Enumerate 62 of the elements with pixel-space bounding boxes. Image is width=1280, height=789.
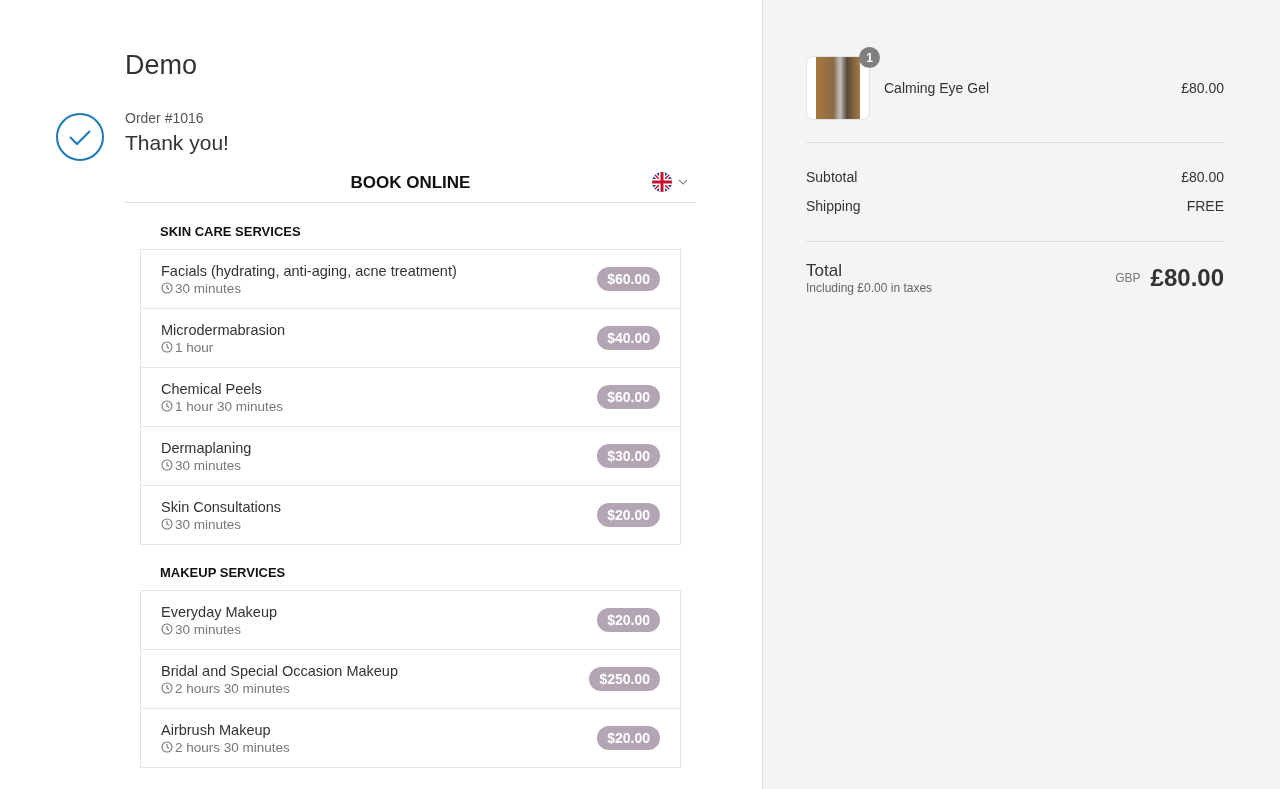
service-duration: 2 hours 30 minutes <box>175 680 290 696</box>
flag-icon <box>652 172 672 192</box>
clock-icon <box>161 682 173 694</box>
service-row[interactable]: Microdermabrasion 1 hour $40.00 <box>141 308 680 367</box>
quantity-badge: 1 <box>859 47 880 68</box>
total-amount: £80.00 <box>1150 264 1224 292</box>
shop-name: Demo <box>125 49 199 82</box>
service-duration: 30 minutes <box>175 516 242 532</box>
service-name: Airbrush Makeup <box>161 721 272 738</box>
summary-value: FREE <box>1186 197 1224 216</box>
service-name: Chemical Peels <box>161 380 263 397</box>
booking-title: BOOK ONLINE <box>350 173 471 193</box>
price-badge: $20.00 <box>597 726 660 750</box>
thank-you-message: Thank you! <box>125 130 229 156</box>
service-row[interactable]: Skin Consultations 30 minutes $20.00 <box>141 485 680 544</box>
product-name: Calming Eye Gel <box>884 80 991 96</box>
language-selector[interactable] <box>652 172 688 192</box>
clock-icon <box>161 282 173 294</box>
service-duration: 1 hour 30 minutes <box>175 398 284 414</box>
clock-icon <box>161 741 173 753</box>
service-name: Everyday Makeup <box>161 603 278 620</box>
service-name: Dermaplaning <box>161 439 252 456</box>
service-name: Facials (hydrating, anti-aging, acne treatment) <box>161 262 457 279</box>
photo-placeholder <box>816 57 860 119</box>
price-badge: $20.00 <box>597 503 660 527</box>
service-row[interactable]: Facials (hydrating, anti-aging, acne treatment) 30 minutes $60.00 <box>141 250 680 308</box>
service-row[interactable]: Chemical Peels 1 hour 30 minutes $60.00 <box>141 367 680 426</box>
clock-icon <box>161 459 173 471</box>
category-title: SKIN CARE SERVICES <box>159 223 302 241</box>
service-name: Bridal and Special Occasion Makeup <box>161 662 398 679</box>
clock-icon <box>161 341 173 353</box>
service-duration: 30 minutes <box>175 457 242 473</box>
clock-icon <box>161 400 173 412</box>
total-label: Total <box>806 261 843 281</box>
price-badge: $250.00 <box>589 667 660 691</box>
price-badge: $60.00 <box>597 385 660 409</box>
summary-label: Shipping <box>806 197 861 216</box>
price-badge: $20.00 <box>597 608 660 632</box>
product-price: £80.00 <box>1181 80 1224 96</box>
service-name: Microdermabrasion <box>161 321 286 338</box>
summary-label: Subtotal <box>806 168 858 187</box>
checkmark-circle-icon <box>55 112 105 162</box>
clock-icon <box>161 518 173 530</box>
clock-icon <box>161 623 173 635</box>
service-row[interactable]: Dermaplaning 30 minutes $30.00 <box>141 426 680 485</box>
taxes-note: Including £0.00 in taxes <box>806 281 933 295</box>
service-duration: 30 minutes <box>175 621 242 637</box>
price-badge: $30.00 <box>597 444 660 468</box>
order-number: Order #1016 <box>125 109 205 127</box>
service-name: Skin Consultations <box>161 498 282 515</box>
category-title: MAKEUP SERVICES <box>159 564 287 582</box>
summary-value: £80.00 <box>1181 168 1224 187</box>
service-row[interactable]: Airbrush Makeup 2 hours 30 minutes $20.00 <box>141 708 680 767</box>
service-duration: 1 hour <box>175 339 214 355</box>
currency-code: GBP <box>1115 271 1141 285</box>
service-row[interactable]: Everyday Makeup 30 minutes $20.00 <box>141 591 680 649</box>
service-duration: 30 minutes <box>175 280 242 296</box>
service-duration: 2 hours 30 minutes <box>175 739 290 755</box>
service-row[interactable]: Bridal and Special Occasion Makeup 2 hours 30 minutes $250.00 <box>141 649 680 708</box>
chevron-down-icon <box>678 179 688 185</box>
price-badge: $60.00 <box>597 267 660 291</box>
price-badge: $40.00 <box>597 326 660 350</box>
